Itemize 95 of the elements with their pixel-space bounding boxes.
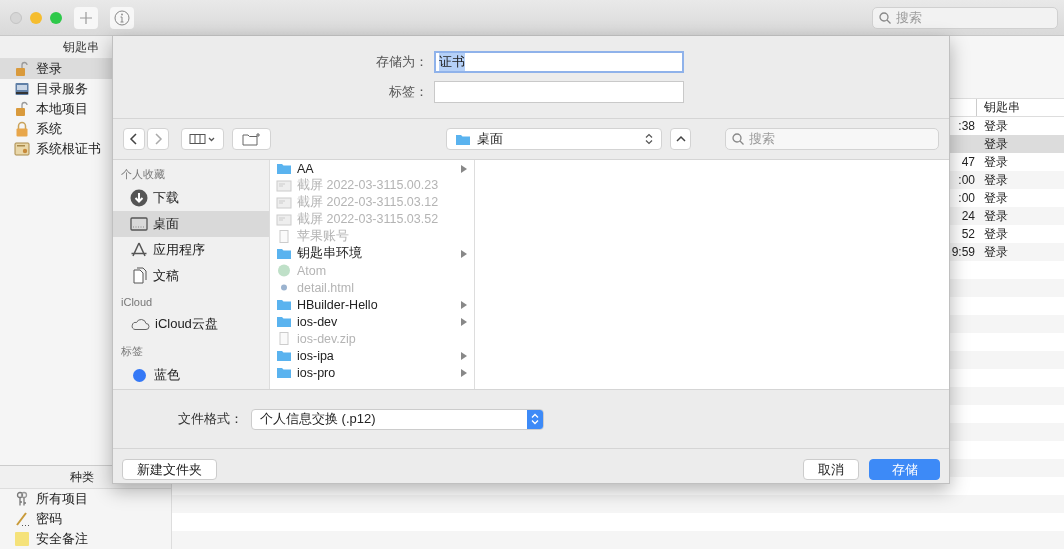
folder-plus-icon [241, 132, 262, 146]
table-cell: 登录 [984, 117, 1008, 135]
folder-icon [276, 247, 292, 260]
drive-icon [14, 81, 30, 97]
table-cell: 登录 [984, 243, 1008, 261]
keychain-item[interactable]: 本地项目 [0, 99, 171, 119]
padlock-icon [14, 61, 30, 77]
padlock-icon [14, 121, 30, 137]
table-cell: 登录 [984, 189, 1008, 207]
folder-icon [276, 349, 292, 362]
chevron-up-icon [674, 135, 687, 143]
file-item[interactable]: ios-pro [270, 364, 474, 381]
table-cell: 登录 [984, 153, 1008, 171]
folder-icon [276, 366, 292, 379]
location-dropdown[interactable]: 桌面 [446, 128, 662, 150]
search-icon [879, 11, 891, 24]
zoom-button[interactable] [50, 11, 62, 24]
image-file-icon [276, 196, 292, 209]
category-item[interactable]: 密码 [0, 509, 171, 529]
table-cell: 24 [961, 209, 975, 223]
view-button[interactable] [181, 128, 225, 150]
keychain-item[interactable]: 目录服务 [0, 79, 171, 99]
file-item[interactable]: ios-ipa [270, 347, 474, 364]
table-cell: 登录 [984, 135, 1008, 153]
filename-field[interactable]: 证书 [434, 51, 684, 73]
cancel-button[interactable]: 取消 [803, 459, 859, 480]
updown-icon [531, 413, 539, 425]
category-item[interactable]: 所有项目 [0, 489, 171, 509]
table-cell: :00 [958, 191, 975, 205]
document-icon [276, 332, 292, 345]
plus-icon [79, 10, 93, 25]
minimize-button[interactable] [30, 11, 42, 24]
section-header: 个人收藏 [120, 167, 166, 182]
table-cell: 47 [961, 155, 975, 169]
category-item[interactable]: 安全备注 [0, 529, 171, 549]
forward-button[interactable] [147, 128, 169, 150]
folder-icon [455, 132, 472, 146]
table-cell: 登录 [984, 207, 1008, 225]
columns-icon [188, 133, 217, 145]
back-button[interactable] [123, 128, 145, 150]
sidebar-item[interactable]: 桌面 [113, 211, 269, 237]
format-dropdown[interactable]: 个人信息交换 (.p12) [251, 408, 544, 430]
desktop-icon [130, 216, 148, 232]
apps-icon [130, 241, 148, 259]
app-icon [276, 264, 292, 277]
download-icon [130, 189, 148, 207]
pencil-icon [14, 511, 30, 527]
certificate-icon [14, 141, 30, 157]
file-item[interactable]: 钥匙串环境 [270, 245, 474, 262]
new-folder-button[interactable]: 新建文件夹 [122, 459, 217, 480]
disclosure-icon [461, 164, 467, 173]
chevron-right-icon [153, 132, 163, 146]
image-file-icon [276, 179, 292, 192]
sidebar-item[interactable]: 文稿 [113, 263, 269, 289]
info-button[interactable] [110, 6, 134, 29]
document-icon [276, 230, 292, 243]
table-cell: 52 [961, 227, 975, 241]
table-cell: 9:59 [951, 245, 975, 259]
file-item[interactable]: AA [270, 160, 474, 177]
table-cell: 登录 [984, 225, 1008, 243]
close-button[interactable] [10, 11, 22, 24]
image-file-icon [276, 213, 292, 226]
disclosure-icon [461, 249, 467, 258]
documents-icon [130, 267, 148, 285]
new-folder-button[interactable] [232, 128, 272, 150]
chevron-left-icon [129, 132, 139, 146]
updown-icon [644, 133, 653, 145]
file-item[interactable]: HBuilder-Hello [270, 296, 474, 313]
keys-icon [14, 491, 30, 507]
field-label: 标签： [388, 83, 429, 101]
up-button[interactable] [669, 128, 692, 150]
sidebar-item[interactable]: 下载 [113, 185, 269, 211]
table-cell: 登录 [984, 171, 1008, 189]
search-icon [732, 133, 745, 145]
field-label: 文件格式： [177, 410, 244, 428]
keychain-item[interactable]: 系统 [0, 119, 171, 139]
sidebar-item[interactable]: iCloud云盘 [113, 311, 269, 337]
folder-icon [276, 162, 292, 175]
table-cell: :00 [958, 173, 975, 187]
tags-field[interactable] [434, 81, 684, 103]
table-cell: :38 [958, 119, 975, 133]
padlock-icon [14, 101, 30, 117]
sidebar-item[interactable]: 蓝色 [113, 362, 269, 388]
column-header[interactable]: 钥匙串 [977, 99, 1064, 116]
info-icon [114, 9, 130, 26]
field-label: 存储为： [375, 53, 429, 71]
section-header: iCloud [120, 295, 154, 310]
section-header: 标签 [120, 344, 144, 359]
add-button[interactable] [74, 6, 98, 29]
sidebar-item[interactable]: 应用程序 [113, 237, 269, 263]
folder-icon [276, 315, 292, 328]
note-icon [14, 531, 30, 547]
file-item[interactable]: ios-dev [270, 313, 474, 330]
keychain-item[interactable]: 系统根证书 [0, 139, 171, 159]
cloud-icon [130, 317, 150, 331]
